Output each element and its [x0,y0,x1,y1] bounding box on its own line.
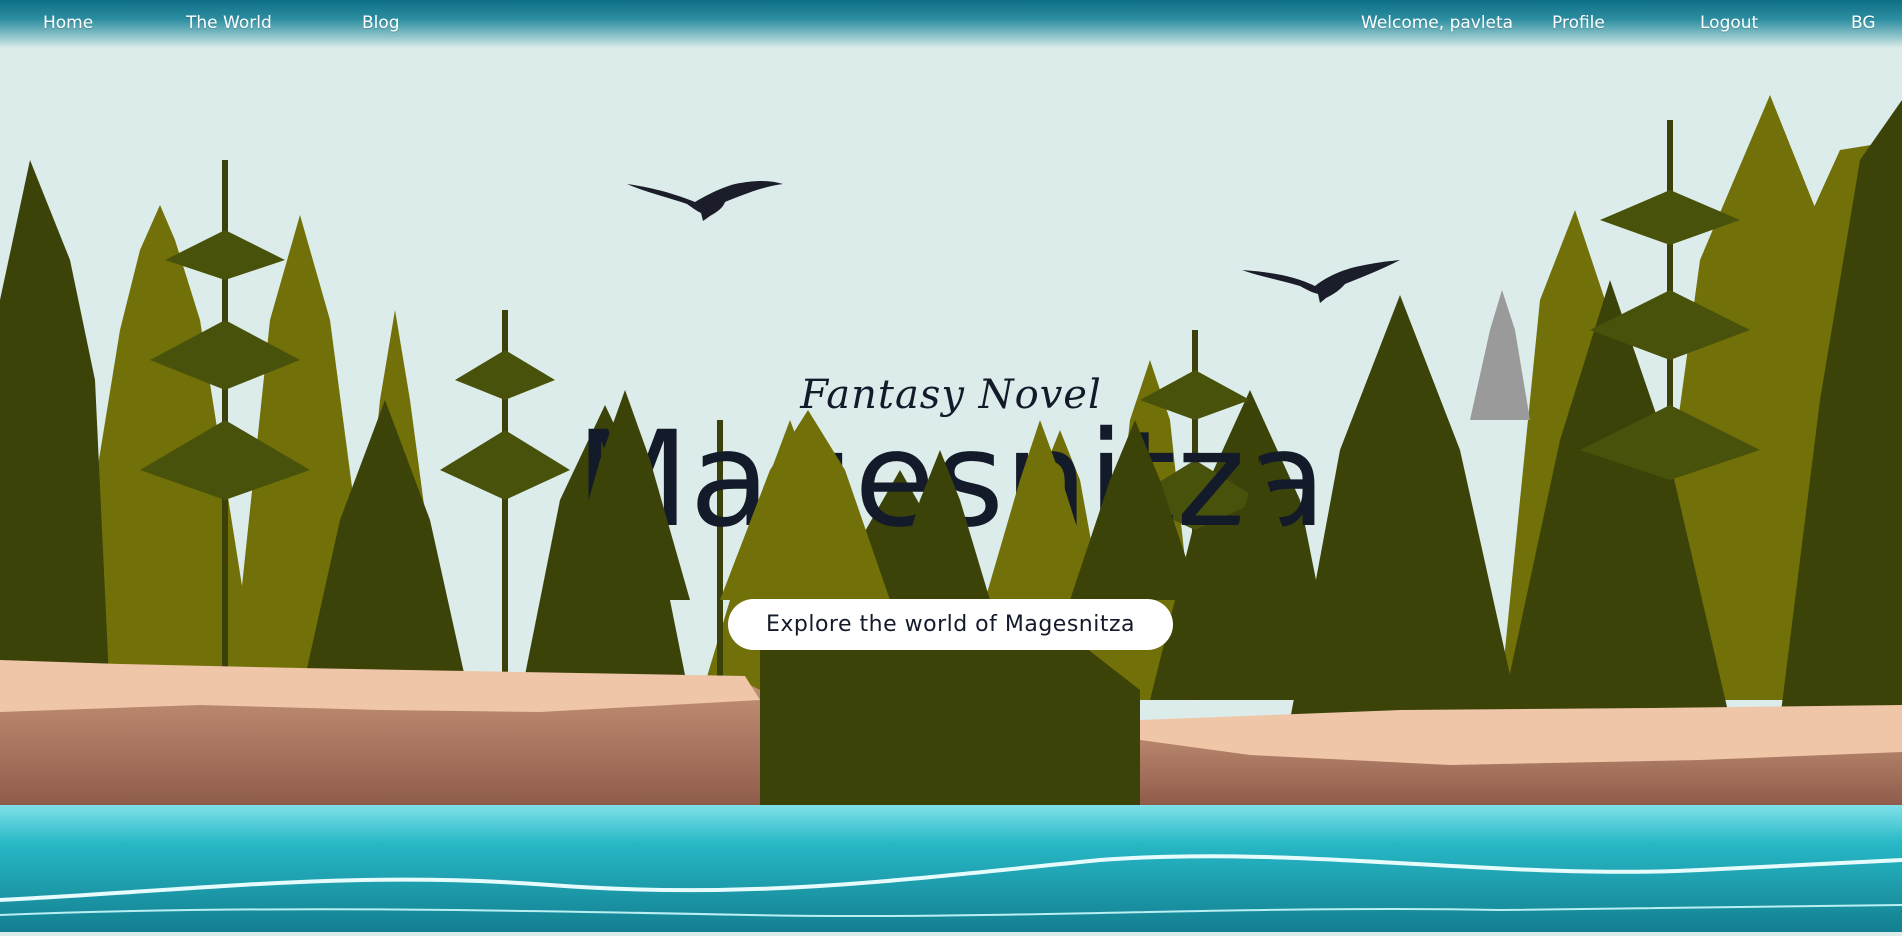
hero-subtitle: Fantasy Novel [800,372,1102,418]
nav-profile-link[interactable]: Profile [1552,13,1605,33]
nav-world-link[interactable]: The World [186,13,272,33]
explore-world-button[interactable]: Explore the world of Magesnitza [728,599,1173,650]
water [0,805,1902,932]
eagle-icon [1242,260,1400,303]
nav-home-link[interactable]: Home [43,13,93,33]
right-cliff [1125,705,1902,805]
hero-title: Magesnitza [575,403,1327,557]
welcome-text: Welcome, pavleta [1361,13,1514,33]
top-navbar: Home The World Blog Welcome, pavleta Pro… [0,0,1902,48]
language-toggle-link[interactable]: BG [1851,13,1876,33]
left-cliff [0,660,770,805]
nav-blog-link[interactable]: Blog [362,13,400,33]
eagle-icon [627,181,783,221]
nav-logout-link[interactable]: Logout [1700,13,1758,33]
